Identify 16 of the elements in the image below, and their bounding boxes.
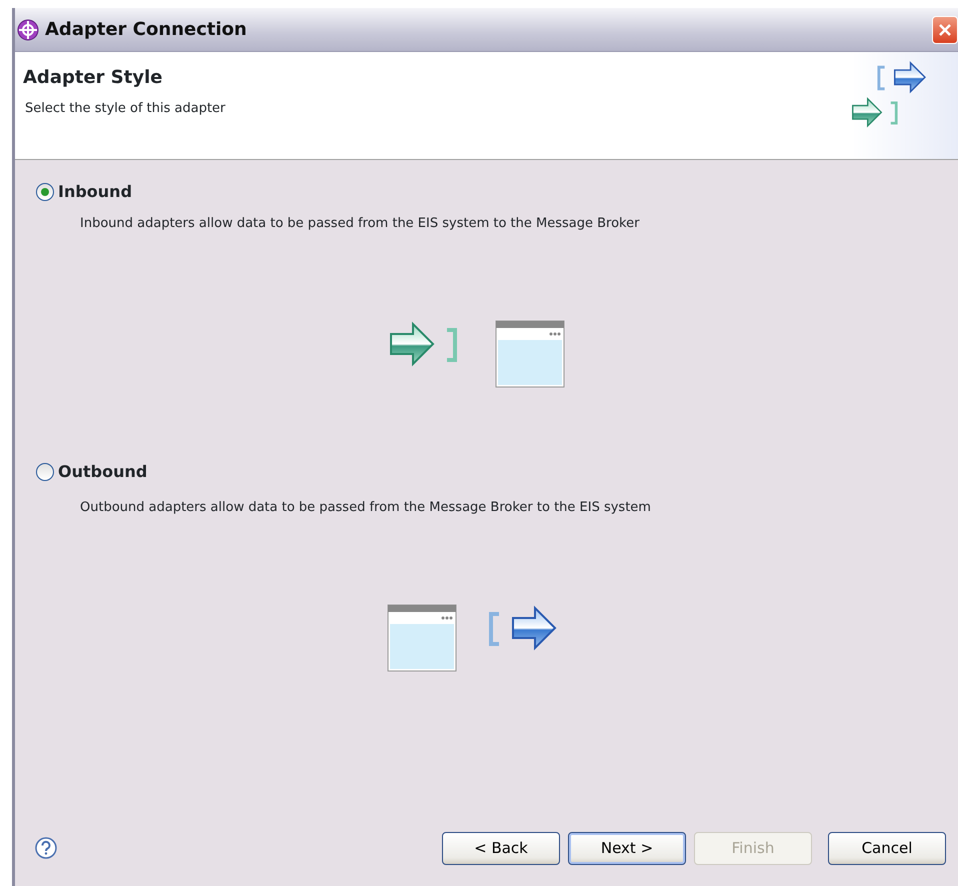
dialog-button[interactable]: < Back [442,832,560,864]
close-button[interactable] [932,16,958,44]
dialog-button[interactable]: Cancel [828,832,946,864]
close-icon [937,22,953,38]
page-title: Adapter Style [23,66,164,90]
app-icon [17,18,39,40]
radio-button[interactable]: Inbound [36,180,132,204]
option-description: Outbound adapters allow data to be passed from the Message Broker to the EIS system [80,499,652,517]
window-icon [495,320,567,390]
page-description: Select the style of this adapter [25,100,226,118]
radio-button[interactable]: Outbound [36,460,148,484]
help-icon[interactable] [35,837,57,859]
window-title: Adapter Connection [45,18,247,42]
dialog-button[interactable]: Next > [568,832,686,864]
option-description: Inbound adapters allow data to be passed from the EIS system to the Message Broker [80,215,640,233]
window-icon [387,604,459,674]
